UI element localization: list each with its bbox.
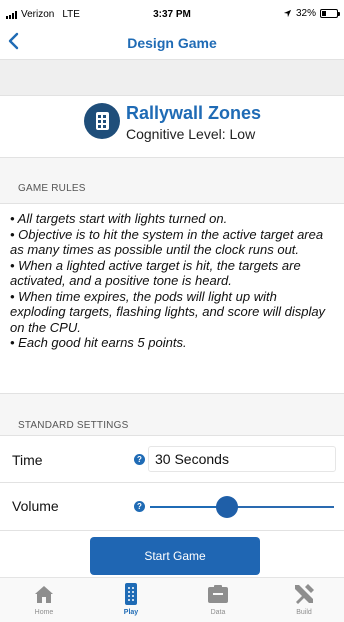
tab-play-label: Play xyxy=(123,609,139,616)
rule-item: • Objective is to hit the system in the … xyxy=(10,226,324,258)
settings-section-label: STANDARD SETTINGS xyxy=(0,394,344,436)
time-help-icon[interactable]: ? xyxy=(134,454,145,465)
volume-setting-row: Volume ? xyxy=(0,483,344,531)
start-game-button[interactable]: Start Game xyxy=(90,537,260,575)
game-header: Rallywall Zones Cognitive Level: Low xyxy=(0,96,344,158)
status-bar: Verizon LTE 3:37 PM 32% xyxy=(0,0,344,26)
status-right: 32% xyxy=(283,8,340,19)
tab-bar: Home Play Data Build xyxy=(0,577,344,622)
rule-item: • Each good hit earns 5 points. xyxy=(10,335,187,350)
play-icon xyxy=(125,583,137,605)
rules-section-label: GAME RULES xyxy=(0,158,344,204)
tab-home[interactable]: Home xyxy=(14,582,74,616)
location-arrow-icon xyxy=(283,9,292,18)
tab-data[interactable]: Data xyxy=(188,582,248,616)
time-select[interactable]: 30 Seconds xyxy=(148,446,336,472)
nav-bar: Design Game xyxy=(0,26,344,60)
tab-build[interactable]: Build xyxy=(274,582,334,616)
build-icon xyxy=(295,584,314,604)
tab-build-label: Build xyxy=(296,609,312,616)
home-icon xyxy=(35,586,53,603)
rule-item: • All targets start with lights turned o… xyxy=(10,211,228,226)
rallywall-icon xyxy=(84,103,120,139)
volume-slider-thumb[interactable] xyxy=(216,496,238,518)
time-label: Time xyxy=(12,452,43,468)
volume-label: Volume xyxy=(12,498,59,514)
spacer-band xyxy=(0,60,344,96)
tab-home-label: Home xyxy=(34,609,54,616)
data-icon xyxy=(208,585,228,603)
cognitive-level: Cognitive Level: Low xyxy=(126,126,256,142)
battery-icon xyxy=(320,9,340,18)
start-area: Start Game xyxy=(0,531,344,577)
tab-play[interactable]: Play xyxy=(101,582,161,616)
rule-item: • When a lighted active target is hit, t… xyxy=(10,257,301,289)
tab-data-label: Data xyxy=(210,609,226,616)
volume-help-icon[interactable]: ? xyxy=(134,501,145,512)
volume-slider-track[interactable] xyxy=(150,506,334,508)
time-setting-row: Time ? 30 Seconds xyxy=(0,437,344,483)
game-title: Rallywall Zones xyxy=(126,103,262,123)
page-title: Design Game xyxy=(127,35,217,51)
battery-percent: 32% xyxy=(295,8,316,19)
rule-item: • When time expires, the pods will light… xyxy=(10,288,326,335)
rules-list: • All targets start with lights turned o… xyxy=(0,204,344,394)
